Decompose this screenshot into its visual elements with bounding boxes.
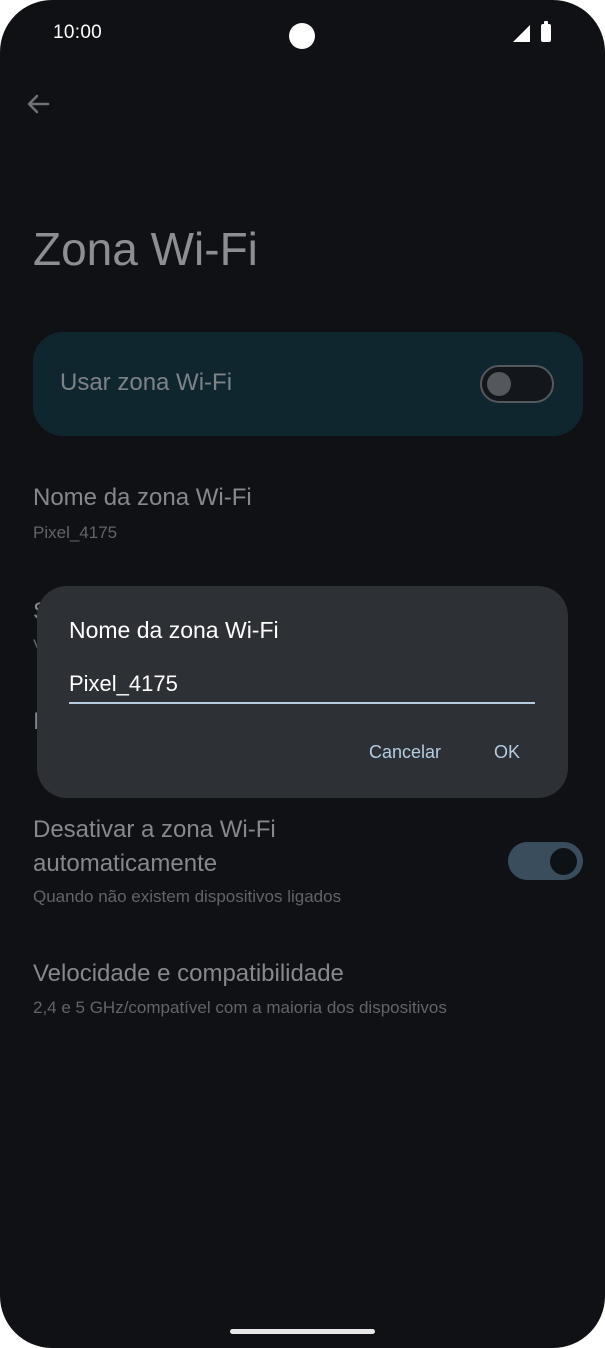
arrow-back-icon xyxy=(27,94,50,114)
setting-auto-disable-summary: Quando não existem dispositivos ligados xyxy=(33,887,342,906)
dialog-title: Nome da zona Wi-Fi xyxy=(69,617,279,643)
setting-hotspot-name-title[interactable]: Nome da zona Wi-Fi xyxy=(33,481,252,515)
ok-button[interactable]: OK xyxy=(494,742,520,763)
setting-speed-summary: 2,4 e 5 GHz/compatível com a maioria dos… xyxy=(33,998,447,1017)
auto-disable-switch[interactable] xyxy=(508,842,583,880)
phone-screen: 10:00 Zona Wi-Fi Usar zona Wi-Fi Nome da… xyxy=(0,0,605,1348)
page-title: Zona Wi-Fi xyxy=(33,223,258,275)
setting-speed-title[interactable]: Velocidade e compatibilidade xyxy=(33,957,344,991)
use-hotspot-switch[interactable] xyxy=(480,365,554,403)
switch-knob xyxy=(550,848,577,875)
home-indicator[interactable] xyxy=(230,1329,375,1334)
back-button[interactable] xyxy=(22,88,54,120)
switch-knob xyxy=(487,372,511,396)
hotspot-name-dialog: Nome da zona Wi-Fi Cancelar OK xyxy=(37,586,568,798)
setting-hotspot-name-summary: Pixel_4175 xyxy=(33,523,118,542)
cancel-button[interactable]: Cancelar xyxy=(369,742,441,763)
use-hotspot-card[interactable]: Usar zona Wi-Fi xyxy=(33,332,583,436)
hotspot-name-input[interactable] xyxy=(69,666,535,704)
setting-auto-disable-title[interactable]: Desativar a zona Wi-Fi automaticamente xyxy=(33,813,463,881)
use-hotspot-label: Usar zona Wi-Fi xyxy=(60,369,233,396)
